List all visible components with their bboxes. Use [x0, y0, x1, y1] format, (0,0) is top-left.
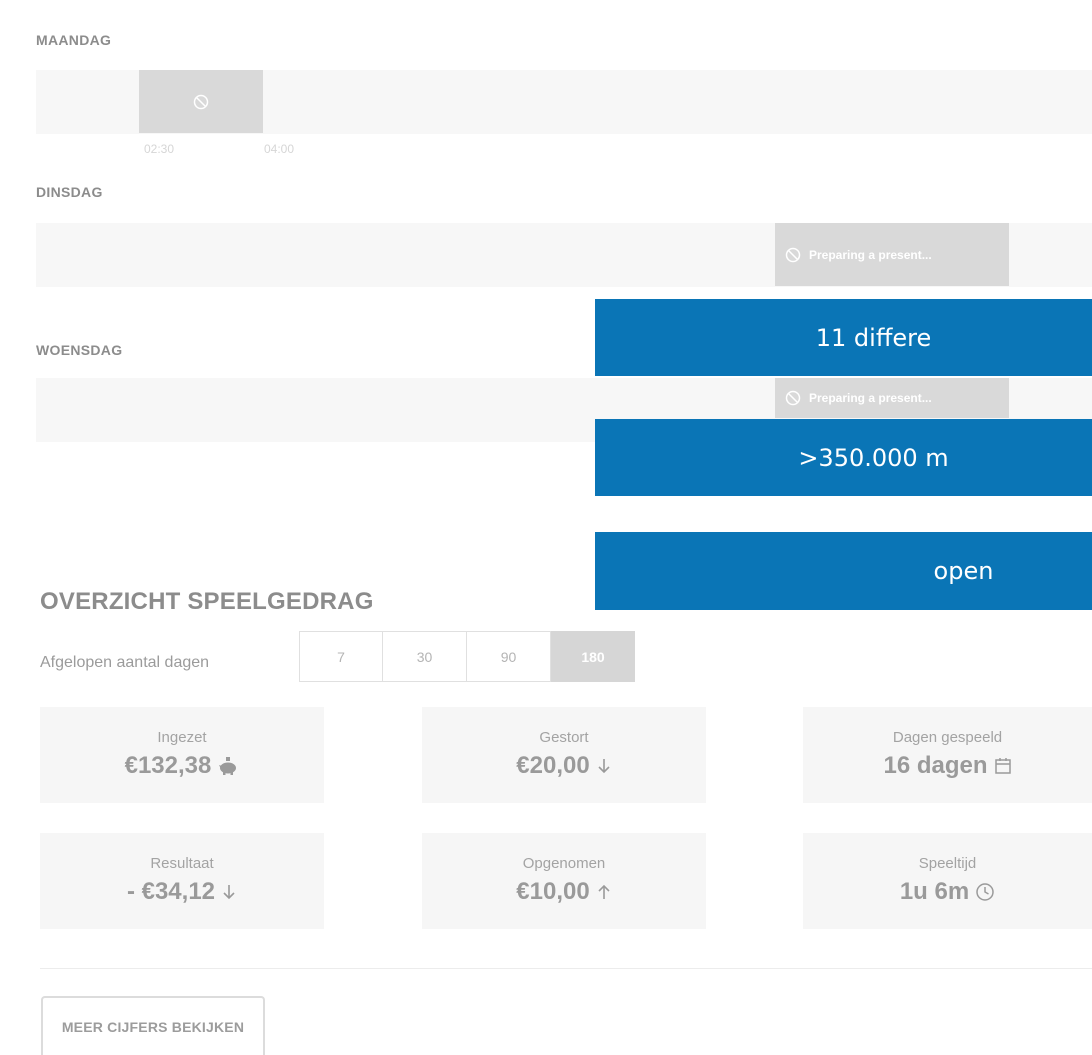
stat-label: Resultaat: [150, 855, 214, 872]
stat-label: Speeltijd: [918, 855, 977, 872]
stat-label: Gestort: [539, 729, 589, 746]
blocked-slot-text: Preparing a present...: [809, 391, 932, 405]
blocked-slot-wednesday[interactable]: Preparing a present...: [775, 378, 1009, 418]
blocked-slot-tuesday[interactable]: Preparing a present...: [775, 223, 1009, 286]
period-option-90[interactable]: 90: [467, 631, 551, 682]
stat-value: €132,38: [124, 752, 212, 779]
stat-label: Ingezet: [157, 729, 207, 746]
period-option-180[interactable]: 180: [551, 631, 635, 682]
stat-card-speeltijd: Speeltijd 1u 6m: [803, 833, 1092, 929]
time-tick: 04:00: [264, 142, 295, 156]
clock-icon: [976, 883, 994, 901]
blocked-icon: [193, 94, 209, 109]
stat-value: 1u 6m: [899, 878, 970, 905]
more-figures-button[interactable]: MEER CIJFERS BEKIJKEN: [41, 996, 265, 1055]
time-tick: 02:30: [144, 142, 175, 156]
overlay-banner: open: [595, 532, 1092, 610]
piggy-bank-icon: [219, 757, 237, 775]
stat-value: - €34,12: [126, 878, 216, 905]
stat-card-ingezet: Ingezet €132,38: [40, 707, 324, 803]
banner-text: 11 differe: [815, 323, 932, 352]
arrow-up-icon: [598, 884, 610, 899]
stat-card-gestort: Gestort €20,00: [422, 707, 706, 803]
day-label-monday: MAANDAG: [36, 32, 112, 48]
stat-card-resultaat: Resultaat - €34,12: [40, 833, 324, 929]
stat-card-opgenomen: Opgenomen €10,00: [422, 833, 706, 929]
blocked-slot-text: Preparing a present...: [809, 247, 932, 262]
period-label: Afgelopen aantal dagen: [40, 654, 210, 671]
overlay-banner: >350.000 m: [595, 419, 1092, 496]
blocked-icon: [785, 390, 801, 406]
banner-text: open: [933, 557, 994, 585]
stat-card-dagen: Dagen gespeeld 16 dagen: [803, 707, 1092, 803]
divider: [40, 968, 1092, 969]
blocked-slot-monday[interactable]: [139, 70, 263, 133]
stat-label: Dagen gespeeld: [892, 729, 1003, 746]
period-option-30[interactable]: 30: [383, 631, 467, 682]
section-title: OVERZICHT SPEELGEDRAG: [40, 588, 374, 615]
arrow-down-icon: [598, 759, 610, 774]
stat-value: €20,00: [516, 752, 590, 779]
day-label-wednesday: WOENSDAG: [36, 342, 123, 358]
stat-label: Opgenomen: [522, 855, 606, 872]
stat-value: 16 dagen: [883, 752, 988, 779]
overlay-banner: 11 differe: [595, 299, 1092, 376]
day-label-tuesday: DINSDAG: [36, 184, 103, 200]
calendar-icon: [994, 758, 1011, 774]
blocked-icon: [785, 247, 801, 262]
arrow-down-icon: [223, 885, 235, 900]
banner-text: >350.000 m: [798, 443, 949, 472]
stat-value: €10,00: [516, 878, 590, 905]
period-option-7[interactable]: 7: [299, 631, 383, 682]
